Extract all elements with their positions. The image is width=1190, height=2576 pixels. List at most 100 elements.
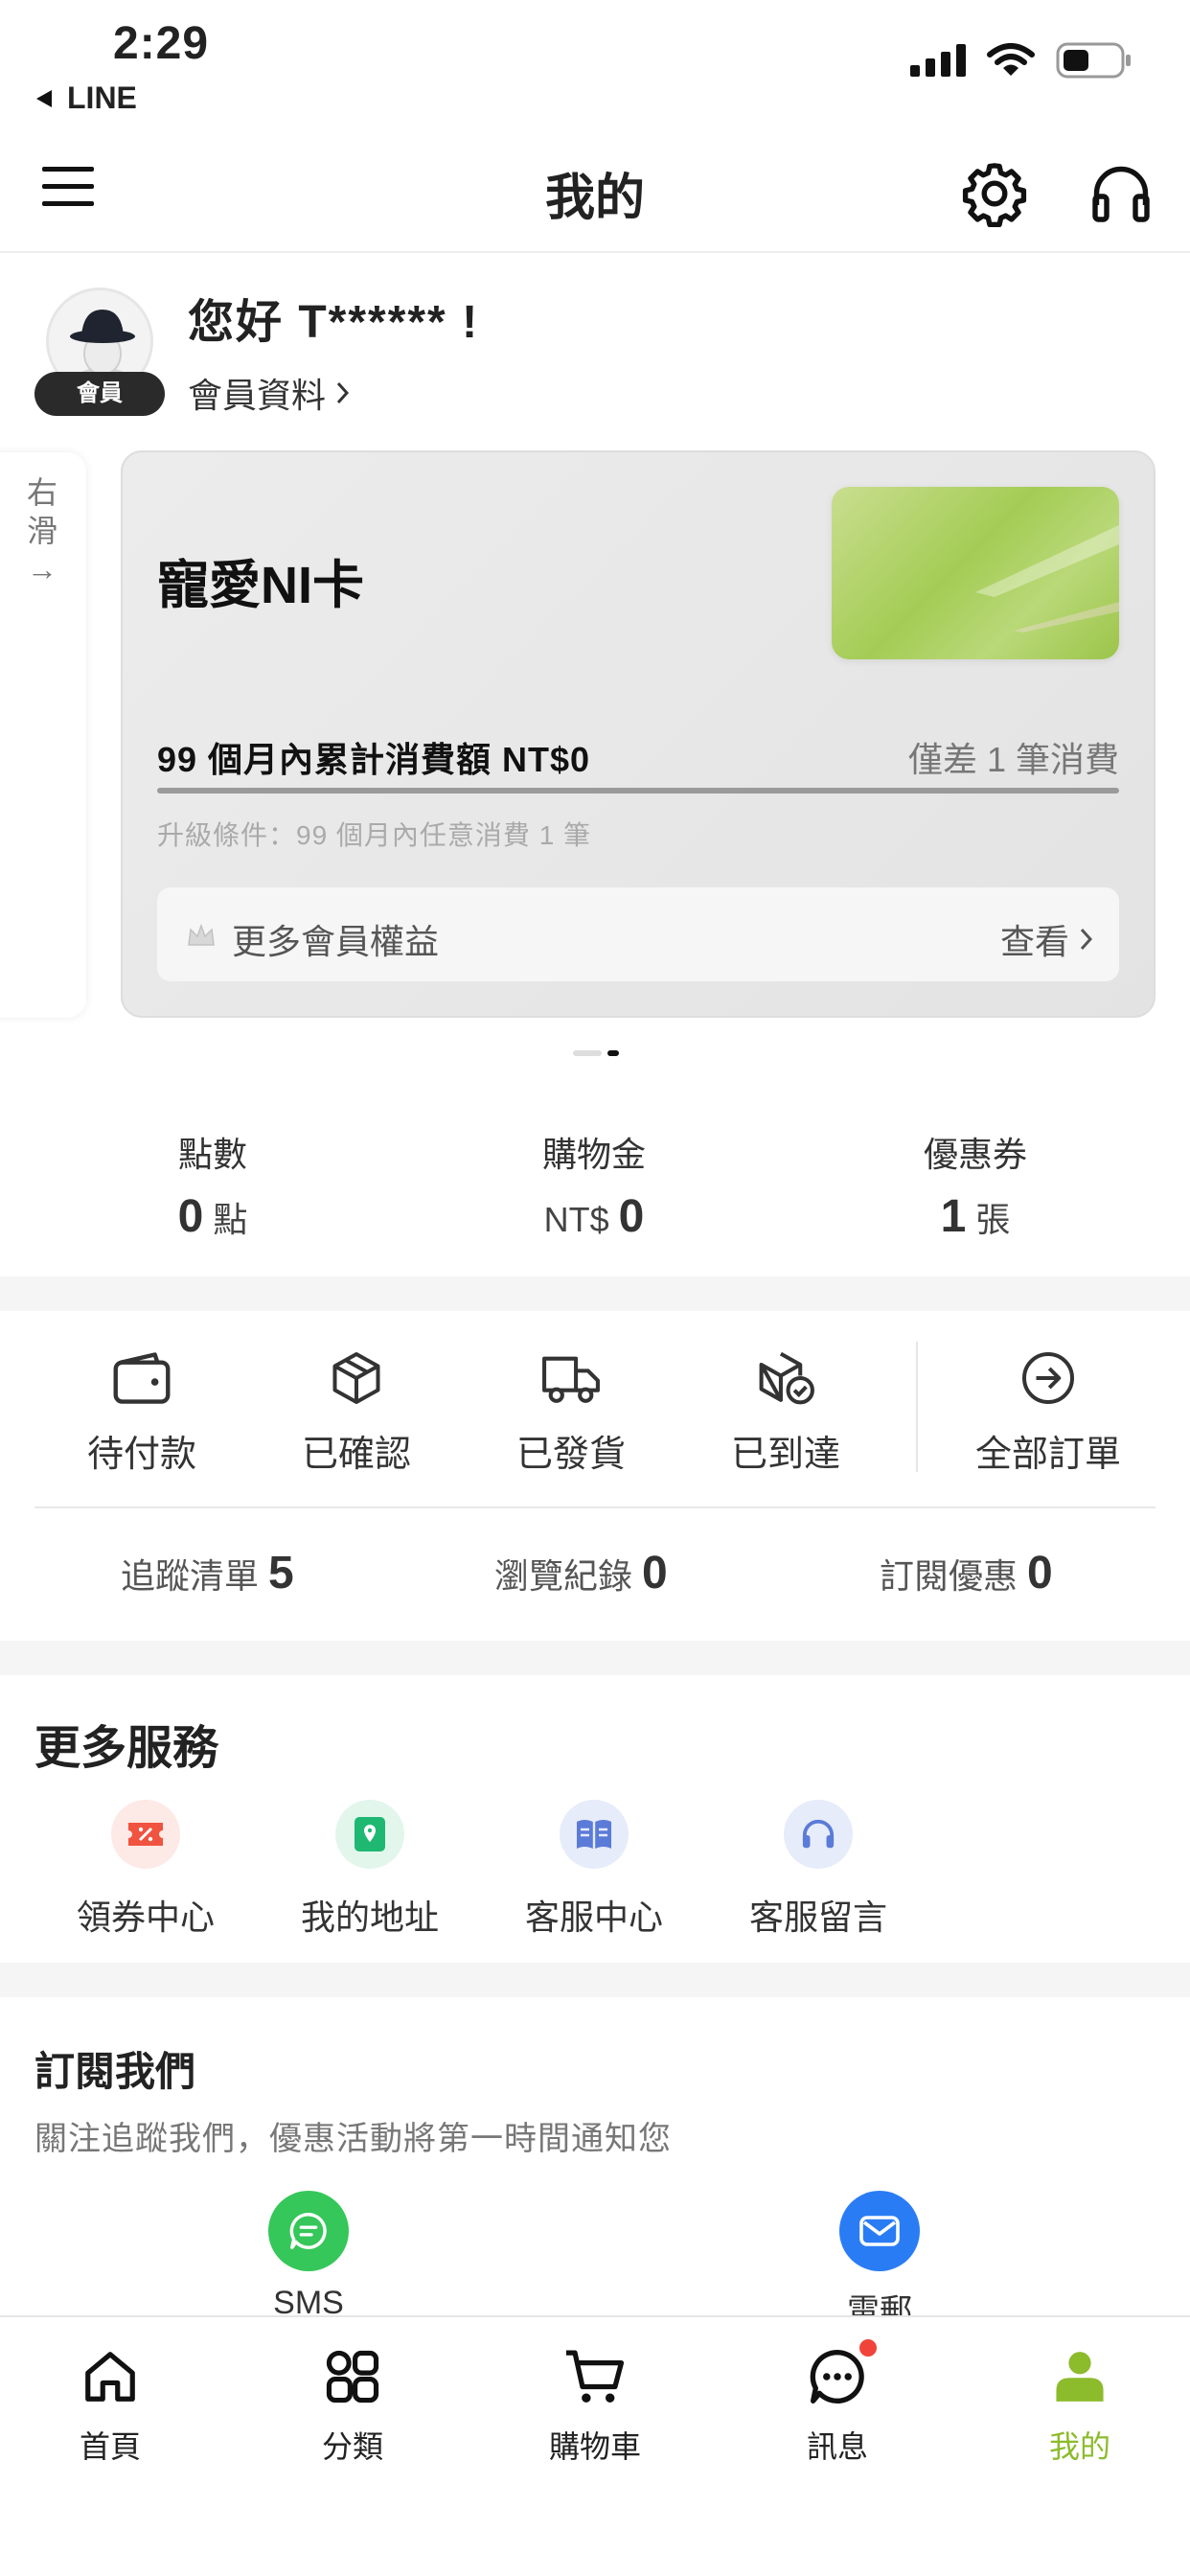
my-address-button[interactable]: 我的地址 xyxy=(264,1800,475,1940)
help-center-button[interactable]: 客服中心 xyxy=(489,1800,699,1940)
member-info-link[interactable]: 會員資料 xyxy=(188,368,351,418)
back-app-label: LINE xyxy=(67,80,137,115)
row-divider xyxy=(34,1506,1156,1508)
coupons-stat[interactable]: 優惠券 1 張 xyxy=(832,1127,1119,1243)
carousel-dot xyxy=(607,1050,619,1056)
carousel-dot xyxy=(573,1050,602,1056)
order-label: 已到達 xyxy=(730,1435,840,1475)
order-label: 已確認 xyxy=(301,1435,411,1475)
tracking-label: 訂閱優惠 xyxy=(880,1556,1018,1596)
shopping-credit-stat[interactable]: 購物金 NT$ 0 xyxy=(450,1127,738,1243)
tab-messages[interactable]: 訊息 xyxy=(761,2336,914,2467)
status-icons xyxy=(910,42,1133,79)
settings-button[interactable] xyxy=(958,157,1031,230)
tab-label: 訊息 xyxy=(806,2429,868,2464)
subscribe-description: 關注追蹤我們，優惠活動將第一時間通知您 xyxy=(34,2121,672,2157)
service-label: 領券中心 xyxy=(76,1898,215,1937)
order-shipped[interactable]: 已發貨 xyxy=(475,1344,667,1477)
stat-unit: 張 xyxy=(975,1200,1011,1239)
tracking-count: 0 xyxy=(1027,1548,1053,1598)
tab-label: 分類 xyxy=(321,2429,383,2464)
chevron-right-icon xyxy=(1080,928,1093,951)
status-time: 2:29 xyxy=(113,18,210,69)
box-check-icon xyxy=(759,1351,814,1405)
section-divider xyxy=(0,1963,1190,1997)
customer-service-button[interactable] xyxy=(1087,157,1156,230)
chevron-right-icon xyxy=(336,381,350,404)
service-label: 客服留言 xyxy=(748,1898,887,1937)
order-label: 已發貨 xyxy=(515,1435,626,1475)
order-pending-payment[interactable]: 待付款 xyxy=(46,1344,238,1477)
tab-profile[interactable]: 我的 xyxy=(1003,2342,1156,2467)
home-indicator xyxy=(399,2538,791,2549)
stat-unit: NT$ xyxy=(543,1200,609,1239)
section-divider xyxy=(0,1276,1190,1311)
profile-icon xyxy=(1056,2352,1104,2402)
back-triangle-icon xyxy=(36,89,52,107)
sms-icon xyxy=(289,2213,327,2249)
coupon-icon xyxy=(128,1823,163,1846)
gear-icon xyxy=(962,163,1027,227)
tracking-label: 追蹤清單 xyxy=(121,1556,260,1596)
wifi-icon xyxy=(987,43,1035,76)
sms-subscribe-button[interactable]: SMS xyxy=(213,2191,404,2322)
arrow-circle-icon xyxy=(1022,1352,1074,1404)
stat-value: 1 xyxy=(940,1191,967,1242)
wallet-icon xyxy=(113,1352,171,1404)
subscribed-deals-link[interactable]: 訂閱優惠 0 xyxy=(880,1547,1053,1599)
order-arrived[interactable]: 已到達 xyxy=(690,1344,881,1477)
email-subscribe-button[interactable]: 電郵 xyxy=(784,2191,975,2332)
truck-icon xyxy=(542,1356,600,1403)
swipe-hint: 右滑→ xyxy=(26,475,57,586)
points-stat[interactable]: 點數 0 點 xyxy=(69,1127,356,1243)
tracking-count: 0 xyxy=(642,1548,668,1598)
tracking-label: 瀏覽紀錄 xyxy=(494,1556,633,1596)
cart-icon xyxy=(565,2350,625,2403)
subscribe-title: 訂閱我們 xyxy=(34,2049,196,2094)
stat-label: 點數 xyxy=(177,1135,247,1174)
card-image xyxy=(832,487,1119,659)
spend-label: 99 個月內累計消費額 NT$0 xyxy=(157,740,591,779)
service-label: 我的地址 xyxy=(300,1898,439,1937)
back-to-app-button[interactable]: LINE xyxy=(34,80,137,116)
category-icon xyxy=(326,2350,379,2404)
tracking-list-link[interactable]: 追蹤清單 5 xyxy=(121,1547,294,1599)
tab-label: 首頁 xyxy=(79,2429,141,2464)
headset-icon xyxy=(802,1819,835,1849)
tab-cart[interactable]: 購物車 xyxy=(518,2342,672,2467)
all-orders-button[interactable]: 全部訂單 xyxy=(952,1344,1144,1477)
carousel-dots xyxy=(573,1050,619,1056)
remaining-text: 僅差 1 筆消費 xyxy=(907,740,1119,779)
member-badge: 會員 xyxy=(34,372,165,416)
tracking-count: 5 xyxy=(268,1548,294,1598)
headphones-icon xyxy=(1092,166,1150,222)
stat-value: 0 xyxy=(177,1191,204,1242)
tab-category[interactable]: 分類 xyxy=(276,2342,429,2467)
navigation-bar: 我的 xyxy=(0,134,1190,253)
progress-track xyxy=(157,788,1119,794)
card-title: 寵愛NI卡 xyxy=(157,557,364,614)
more-benefits-label: 更多會員權益 xyxy=(232,922,440,961)
stat-value: 0 xyxy=(618,1191,645,1242)
browsing-history-link[interactable]: 瀏覽紀錄 0 xyxy=(494,1547,668,1599)
crown-icon xyxy=(188,923,215,946)
upgrade-condition: 升級條件：99 個月內任意消費 1 筆 xyxy=(157,820,592,850)
home-icon xyxy=(85,2352,135,2402)
section-divider xyxy=(0,1641,1190,1675)
email-icon xyxy=(859,2216,900,2246)
stat-label: 購物金 xyxy=(541,1135,646,1174)
stat-label: 優惠券 xyxy=(923,1135,1027,1174)
book-icon xyxy=(577,1820,611,1849)
view-benefits-link[interactable]: 查看 xyxy=(1000,914,1094,964)
tab-label: 我的 xyxy=(1048,2429,1110,2464)
services-title: 更多服務 xyxy=(34,1723,219,1774)
notification-badge xyxy=(857,2336,880,2359)
order-confirmed[interactable]: 已確認 xyxy=(261,1344,452,1477)
stat-unit: 點 xyxy=(213,1200,248,1239)
tab-home[interactable]: 首頁 xyxy=(34,2342,187,2467)
tab-label: 購物車 xyxy=(548,2429,641,2464)
order-label: 待付款 xyxy=(86,1435,196,1475)
coupon-center-button[interactable]: 領券中心 xyxy=(40,1800,251,1940)
service-message-button[interactable]: 客服留言 xyxy=(713,1800,924,1940)
battery-icon xyxy=(1056,42,1131,79)
